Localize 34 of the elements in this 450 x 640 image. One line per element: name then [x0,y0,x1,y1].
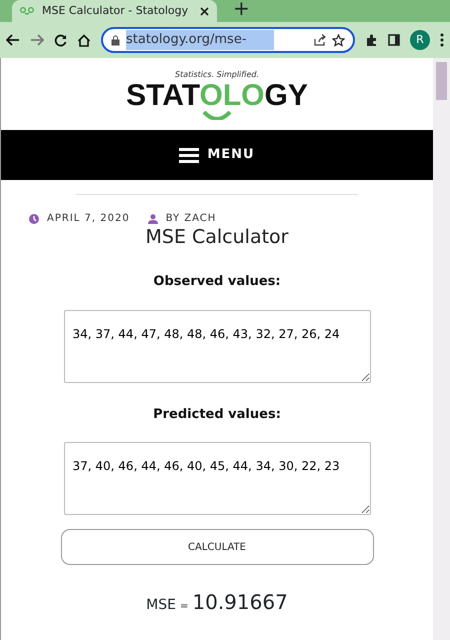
side-panel-icon[interactable] [388,34,400,46]
calculate-button[interactable]: CALCULATE [60,529,374,565]
post-author[interactable]: BY ZACH [166,211,216,226]
share-icon[interactable] [314,34,326,46]
forward-icon[interactable] [30,34,44,46]
star-icon[interactable] [332,34,346,46]
site-tagline: Statistics. Simplified. [175,69,259,81]
browser-tab[interactable]: MSE Calculator - Statology [12,0,217,22]
new-tab-button[interactable]: + [233,0,250,18]
page-title: MSE Calculator [146,226,288,249]
reload-icon[interactable] [54,34,67,46]
smile-icon [202,111,232,120]
field-label: Observed values: [153,273,281,291]
back-icon[interactable] [6,34,20,46]
values-field[interactable]: 37, 40, 46, 44, 46, 40, 45, 44, 34, 30, 22, 23 [64,442,370,515]
field-label: Predicted values: [153,406,281,424]
post-date: APRIL 7, 2020 [47,212,130,226]
more-menu-icon[interactable] [440,33,444,47]
result-label: MSE [146,596,176,615]
result-value: 10.91667 [192,589,288,616]
close-icon[interactable] [200,6,209,16]
home-icon[interactable] [77,34,91,46]
menu-icon[interactable] [179,147,200,163]
extensions-icon[interactable] [365,34,378,46]
lock-icon [111,34,120,46]
menu-button[interactable]: MENU [1,130,433,180]
person-icon [148,214,158,224]
address-bar[interactable]: statology.org/mse- [101,27,355,53]
values-field[interactable]: 34, 37, 44, 47, 48, 48, 46, 43, 32, 27, 26, 24 [64,310,370,382]
equals-sign: = [180,600,188,614]
clock-icon [29,214,39,224]
site-logo[interactable]: STATOLOGY [126,81,308,111]
profile-avatar[interactable]: R [410,30,430,50]
site-icon [20,7,34,15]
